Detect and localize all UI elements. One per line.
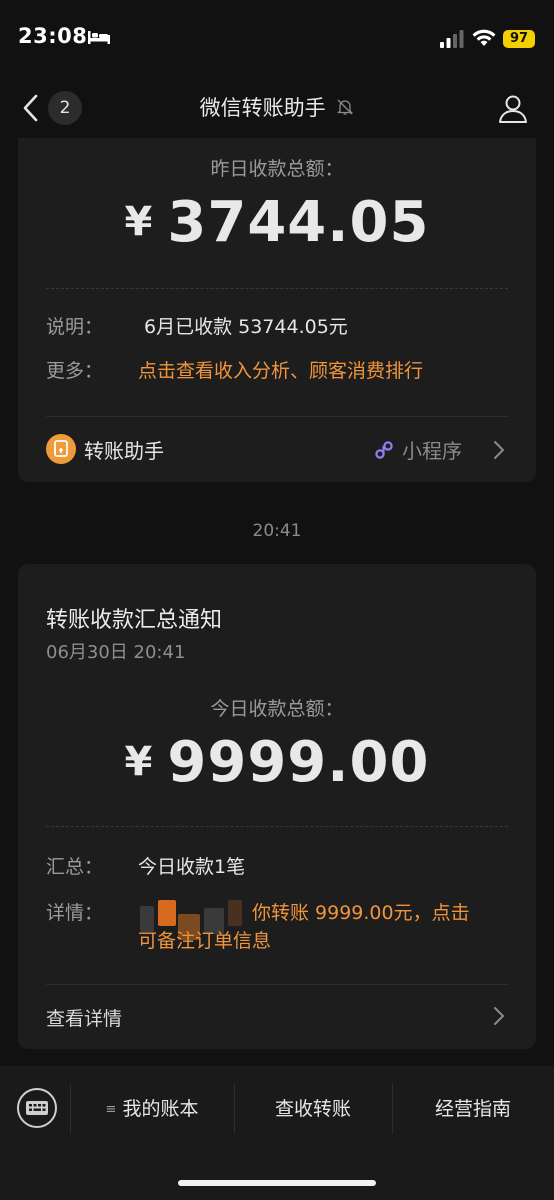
detail-label: 详情： [46, 902, 104, 924]
note-label: 说明： [46, 316, 104, 338]
divider [46, 826, 508, 827]
transfer-assistant-icon [46, 434, 76, 464]
status-bar: 23:08 97 [0, 0, 554, 80]
redacted-name-block [158, 900, 176, 926]
message-timestamp: 20:41 [252, 521, 302, 541]
total-label: 今日收款总额： [210, 698, 344, 720]
card-date: 06月30日 20:41 [46, 642, 186, 663]
bed-icon [88, 31, 110, 44]
total-label: 昨日收款总额： [210, 158, 344, 180]
profile-icon[interactable] [497, 92, 529, 124]
chevron-right-icon [494, 441, 505, 459]
transfer-summary-card-yesterday[interactable]: 昨日收款总额： ¥3744.05 说明： 6月已收款 53744.05元 更多：… [18, 138, 536, 482]
amount-value: 9999.00 [167, 730, 430, 795]
summary-value: 今日收款1笔 [138, 856, 246, 878]
tab-check-transfer[interactable]: 查收转账 [234, 1066, 392, 1152]
tab-label: 查收转账 [274, 1098, 351, 1120]
more-label: 更多： [46, 360, 104, 382]
tab-my-ledger[interactable]: ≡ 我的账本 [70, 1066, 234, 1152]
note-value: 6月已收款 53744.05元 [144, 316, 348, 338]
currency-symbol: ¥ [124, 739, 154, 785]
card-title: 转账收款汇总通知 [46, 608, 223, 633]
more-link[interactable]: 点击查看收入分析、顾客消费排行 [138, 356, 423, 383]
keyboard-icon[interactable] [17, 1088, 57, 1128]
home-indicator[interactable] [178, 1180, 376, 1186]
transfer-summary-card-today[interactable]: 转账收款汇总通知 06月30日 20:41 今日收款总额： ¥9999.00 汇… [18, 564, 536, 1049]
tab-label: 经营指南 [434, 1098, 511, 1120]
nav-bar: 2 微信转账助手 [0, 80, 554, 136]
signal-icon [440, 30, 464, 48]
redacted-name-block [228, 900, 242, 926]
mini-program-name[interactable]: 转账助手 [84, 435, 164, 464]
divider [46, 416, 508, 417]
page-title-text: 微信转账助手 [199, 96, 326, 120]
battery-indicator: 97 [503, 30, 535, 48]
chevron-right-icon [494, 1007, 505, 1025]
divider [46, 288, 508, 289]
page-title: 微信转账助手 [0, 92, 554, 122]
submenu-icon: ≡ [105, 1102, 117, 1117]
tab-label: 我的账本 [122, 1098, 199, 1120]
view-details-link[interactable]: 查看详情 [46, 1004, 122, 1031]
total-amount: ¥3744.05 [18, 190, 536, 255]
mini-program-link-icon [375, 441, 393, 459]
mini-program-tag: 小程序 [402, 439, 462, 463]
mute-bell-icon [337, 99, 354, 115]
detail-value-line2[interactable]: 可备注订单信息 [138, 926, 271, 953]
status-time: 23:08 [18, 24, 88, 48]
tab-business-guide[interactable]: 经营指南 [392, 1066, 554, 1152]
divider [46, 984, 508, 985]
wifi-icon [472, 29, 496, 46]
total-amount: ¥9999.00 [18, 730, 536, 795]
amount-value: 3744.05 [167, 190, 430, 255]
summary-label: 汇总： [46, 856, 104, 878]
currency-symbol: ¥ [124, 199, 154, 245]
detail-value-line1[interactable]: 你转账 9999.00元，点击 [252, 898, 470, 925]
